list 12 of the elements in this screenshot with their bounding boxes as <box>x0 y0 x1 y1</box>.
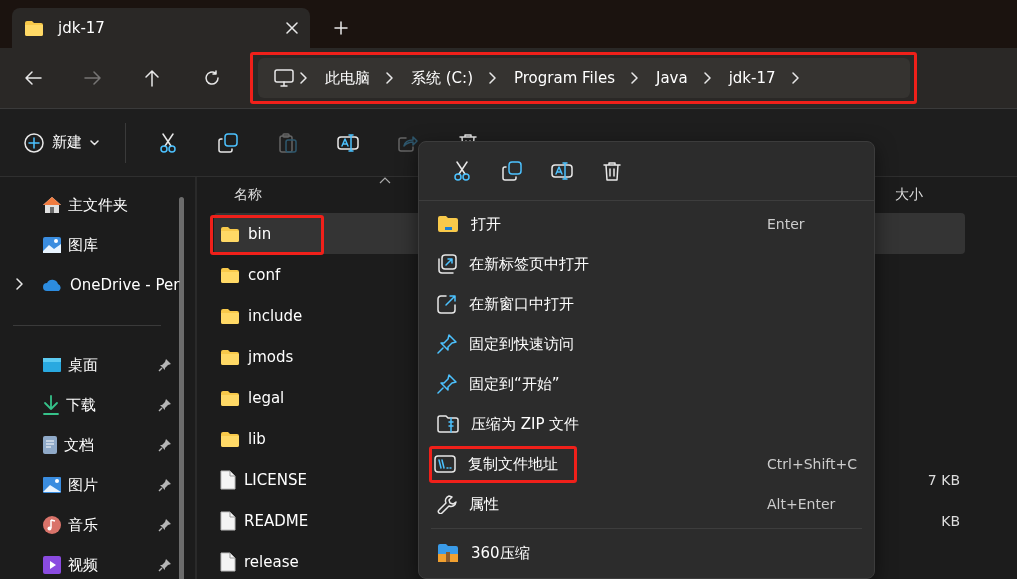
file-name: conf <box>248 265 281 284</box>
file-name: bin <box>248 224 272 243</box>
file-name: jmods <box>248 347 294 366</box>
file-name: include <box>248 306 303 325</box>
file-name: lib <box>248 429 266 448</box>
file-name: legal <box>248 388 285 407</box>
file-name: release <box>244 552 299 571</box>
file-name: LICENSE <box>244 470 307 489</box>
file-name: README <box>244 511 309 530</box>
file-size: 7 KB <box>926 471 960 488</box>
highlight-box: 复制文件地址 <box>429 445 577 483</box>
file-size: KB <box>940 512 960 529</box>
